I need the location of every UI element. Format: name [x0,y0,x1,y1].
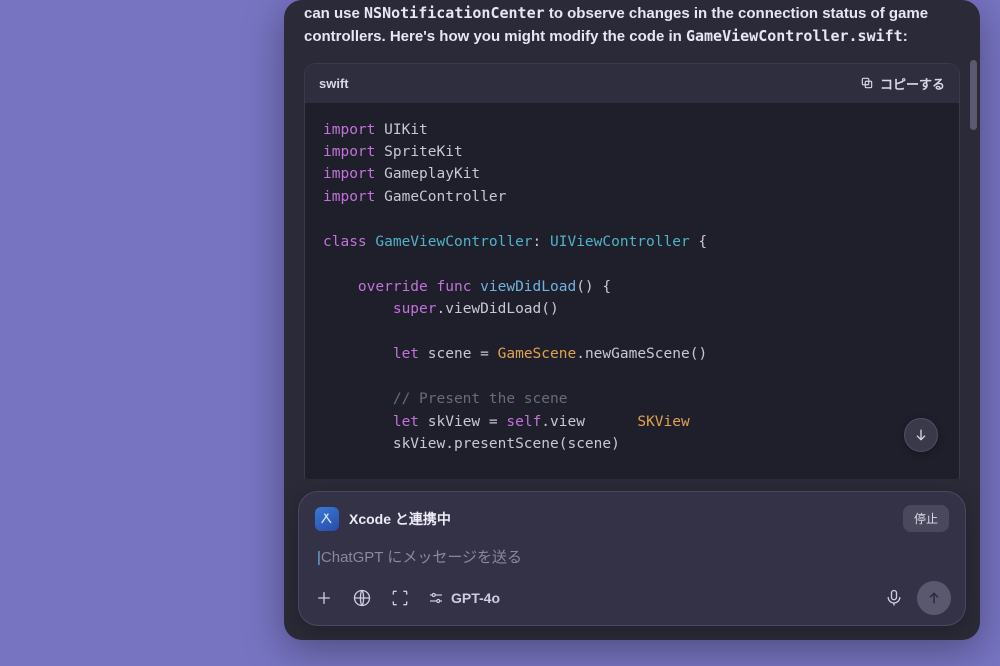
code-token: self [506,414,541,430]
code-token: : [533,234,550,250]
code-token: func [437,279,472,295]
code-token: GameScene [498,346,577,362]
code-token: . [541,414,550,430]
code-token [375,189,384,205]
code-token [375,166,384,182]
code-token: scene [428,346,472,362]
integration-left: Xcode と連携中 [315,507,451,531]
scan-button[interactable] [389,587,411,609]
code-token: presentScene [454,436,559,452]
code-header: swift コピーする [305,64,959,103]
code-token [323,346,393,362]
text-fragment: can use [304,5,364,22]
code-token: = [489,414,498,430]
code-token: . [445,436,454,452]
copy-icon [860,76,874,90]
code-body: import UIKit import SpriteKit import Gam… [305,103,959,480]
code-token [419,346,428,362]
arrow-up-icon [926,590,942,606]
code-token [323,301,393,317]
code-token: GameViewController [375,234,532,250]
input-toolbar: GPT-4o [311,579,953,615]
code-token: skView [393,436,445,452]
code-token [419,414,428,430]
code-token [375,144,384,160]
code-token: GameplayKit [384,166,480,182]
code-token: let [393,414,419,430]
code-token [480,414,489,430]
code-token: () [541,301,558,317]
code-language-label: swift [319,76,349,91]
code-token: UIKit [384,122,428,138]
chat-content: can use NSNotificationCenter to observe … [284,0,980,479]
code-token: let [393,346,419,362]
code-token [471,346,480,362]
attach-button[interactable] [313,587,335,609]
code-token: newGameScene [585,346,690,362]
model-selector[interactable]: GPT-4o [427,589,500,607]
code-token: UIViewController [550,234,690,250]
scroll-down-button[interactable] [904,418,938,452]
integration-banner: Xcode と連携中 停止 [311,502,953,542]
code-token [323,391,393,407]
code-token [489,346,498,362]
assistant-message: can use NSNotificationCenter to observe … [304,0,960,63]
message-placeholder: ChatGPT にメッセージを送る [321,549,522,566]
voice-button[interactable] [883,587,905,609]
code-token: SKView [637,414,689,430]
code-token: GameController [384,189,506,205]
code-token: () { [576,279,611,295]
message-input[interactable]: |ChatGPT にメッセージを送る [311,542,953,579]
code-token: import [323,166,375,182]
code-token: = [480,346,489,362]
code-token: SpriteKit [384,144,463,160]
chat-panel: can use NSNotificationCenter to observe … [284,0,980,640]
code-token: import [323,144,375,160]
code-token: () [690,346,707,362]
plus-icon [314,588,334,608]
code-token: skView [428,414,480,430]
xcode-icon [315,507,339,531]
code-token [375,122,384,138]
code-token: // Present the scene [393,391,568,407]
inline-code: GameViewController.swift [686,27,903,45]
code-token: viewDidLoad [480,279,576,295]
code-token: super [393,301,437,317]
input-zone: Xcode と連携中 停止 |ChatGPT にメッセージを送る [284,479,980,640]
scan-icon [390,588,410,608]
code-token: { [698,234,707,250]
code-token [428,279,437,295]
model-label: GPT-4o [451,590,500,606]
code-token: import [323,189,375,205]
code-token [471,279,480,295]
code-token [585,414,637,430]
code-token: view [550,414,585,430]
input-box: Xcode と連携中 停止 |ChatGPT にメッセージを送る [298,491,966,626]
code-token: import [323,122,375,138]
web-button[interactable] [351,587,373,609]
code-token: scene [567,436,611,452]
copy-button[interactable]: コピーする [860,74,945,93]
code-block: swift コピーする import UIKit import SpriteKi… [304,63,960,480]
send-button[interactable] [917,581,951,615]
globe-icon [352,588,372,608]
stop-button[interactable]: 停止 [903,505,949,532]
code-token: . [437,301,446,317]
code-token: viewDidLoad [445,301,541,317]
code-token: ) [611,436,620,452]
code-token [323,414,393,430]
code-token [323,436,393,452]
inline-code: NSNotificationCenter [364,4,545,22]
code-token: override [358,279,428,295]
microphone-icon [884,588,904,608]
integration-label: Xcode と連携中 [349,509,451,529]
code-token: class [323,234,367,250]
text-fragment: : [903,28,908,45]
code-token: . [576,346,585,362]
arrow-down-icon [913,427,929,443]
copy-button-label: コピーする [880,74,945,93]
tune-icon [427,589,445,607]
code-token [323,279,358,295]
